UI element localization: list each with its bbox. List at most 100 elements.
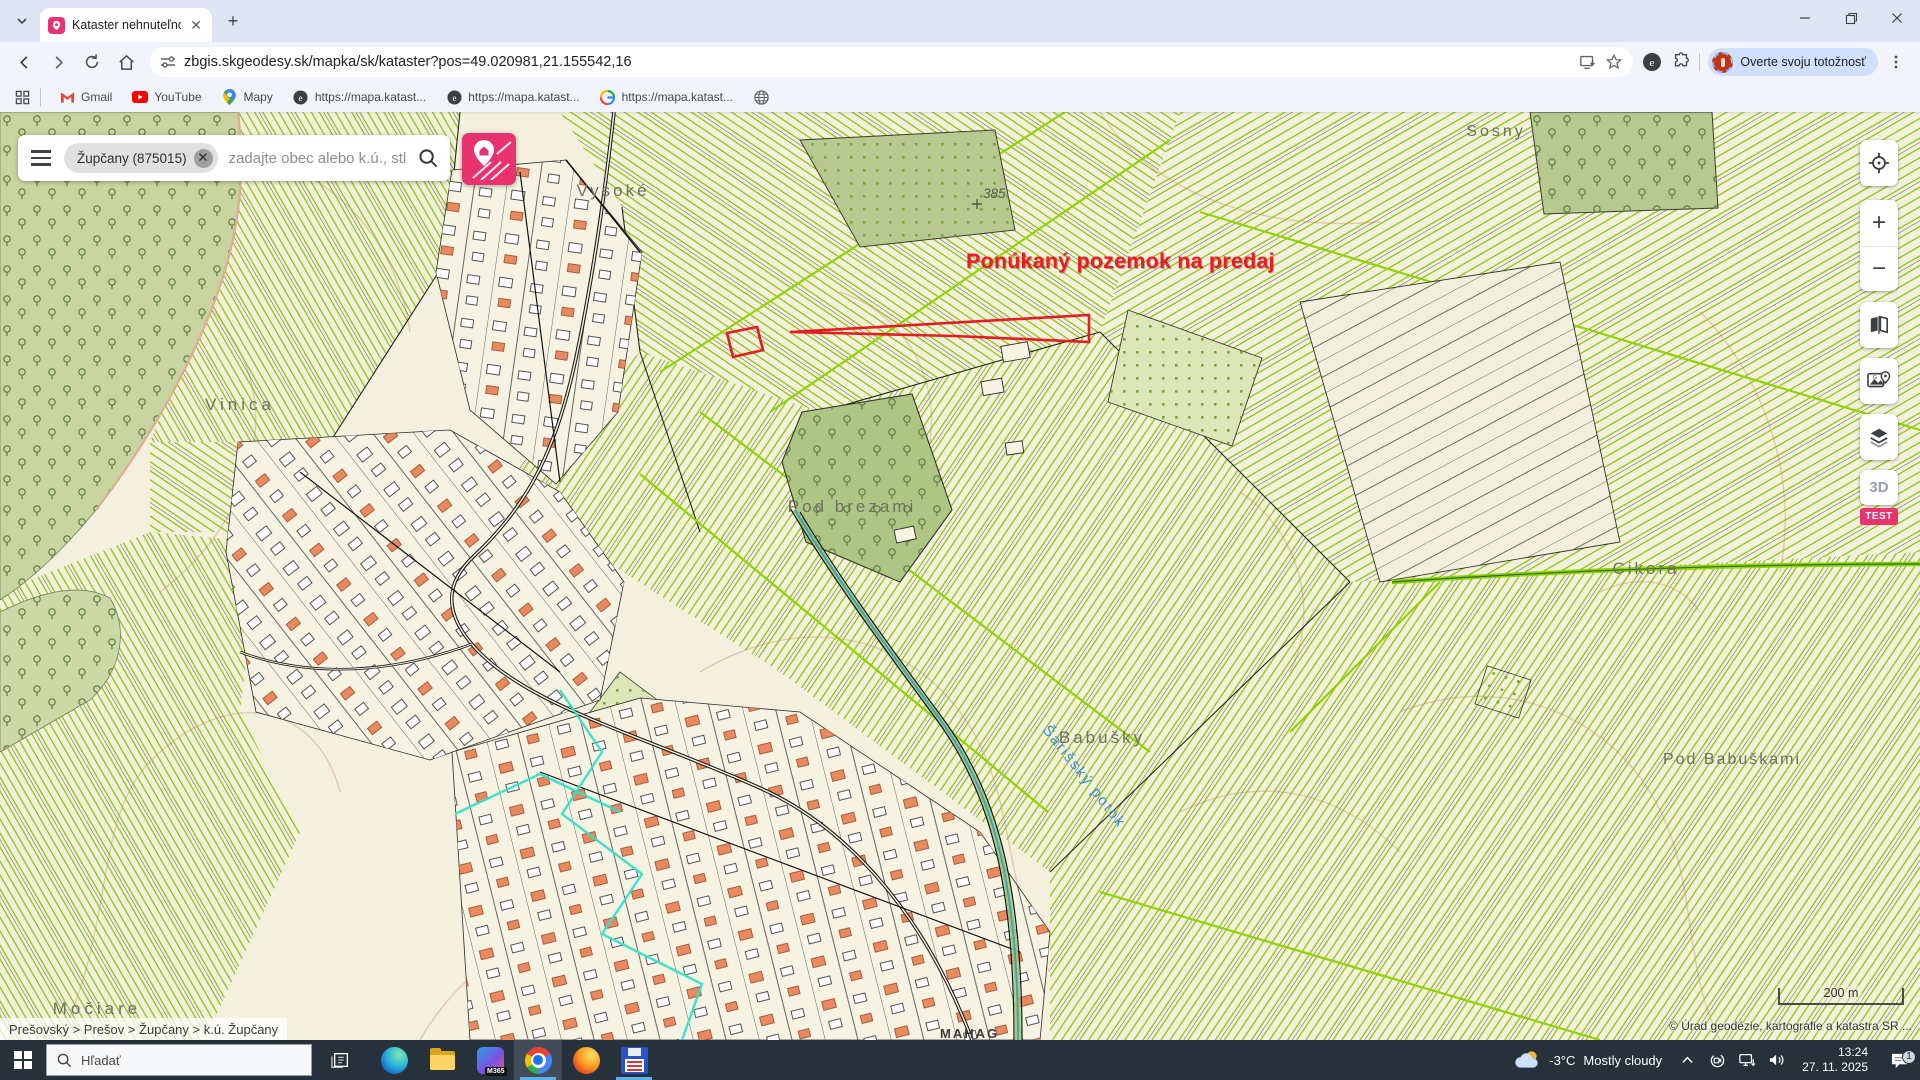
taskbar-edge[interactable] — [370, 1040, 418, 1080]
extensions-puzzle-icon[interactable] — [1671, 52, 1691, 72]
chip-remove-icon[interactable]: ✕ — [194, 149, 213, 168]
label-pod-babuskami: Pod Babuškami — [1663, 751, 1801, 768]
google-g-icon — [600, 89, 616, 105]
task-view-button[interactable] — [312, 1040, 370, 1080]
bookmark-youtube[interactable]: YouTube — [124, 87, 209, 107]
meet-now-icon[interactable] — [1702, 1052, 1732, 1069]
locate-button[interactable] — [1860, 140, 1898, 186]
taskbar-weather[interactable]: -3°C Mostly cloudy — [1503, 1049, 1672, 1071]
firefox-icon — [573, 1047, 600, 1074]
back-button[interactable] — [8, 46, 40, 78]
restore-button[interactable] — [1828, 0, 1874, 36]
bookmark-gmail[interactable]: Gmail — [51, 87, 120, 107]
svg-text:G: G — [1873, 375, 1877, 381]
taskbar-floppy-app[interactable] — [610, 1040, 658, 1080]
taskbar-firefox[interactable] — [562, 1040, 610, 1080]
taskbar-file-explorer[interactable] — [418, 1040, 466, 1080]
browser-menu-icon[interactable] — [1880, 46, 1912, 78]
label-sosny: Sosny — [1466, 123, 1525, 140]
tab-title: Kataster nehnuteľností | MAPKA — [72, 18, 181, 32]
taskbar-m365[interactable]: M365 — [466, 1040, 514, 1080]
globe-icon — [753, 89, 769, 105]
map-copyright: © Úrad geodézie, kartografie a katastra … — [1669, 1019, 1912, 1033]
profile-avatar — [1712, 52, 1733, 73]
zoom-out-button[interactable]: − — [1860, 246, 1898, 291]
tab-close-icon[interactable]: ✕ — [188, 17, 204, 34]
notification-count-badge: 1 — [1902, 1050, 1916, 1064]
site-settings-tune-icon[interactable] — [160, 54, 176, 70]
new-tab-button[interactable]: + — [220, 8, 246, 34]
scale-label: 200 m — [1820, 986, 1863, 1003]
label-elevation: 385 — [983, 186, 1006, 201]
map-viewport[interactable]: Vysoké Sosny 385 Vinica Pod brezami Babu… — [0, 112, 1920, 1040]
tab-search-chevron-icon[interactable] — [8, 7, 36, 35]
sale-annotation-text: Ponúkaný pozemok na predaj — [966, 249, 1275, 274]
address-bar[interactable]: zbgis.skgeodesy.sk/mapka/sk/kataster?pos… — [150, 47, 1633, 77]
install-app-icon[interactable] — [1579, 53, 1597, 71]
label-mociare: Močiare — [53, 999, 141, 1018]
bookmark-katast-1[interactable]: e https://mapa.katast... — [285, 87, 434, 107]
tray-chevron-icon[interactable] — [1672, 1054, 1702, 1067]
bookmark-katast-3[interactable]: https://mapa.katast... — [592, 87, 741, 107]
label-vinica: Vinica — [205, 395, 275, 414]
clock-date: 27. 11. 2025 — [1802, 1060, 1868, 1075]
maps-pin-icon — [222, 89, 238, 105]
weather-cloud-icon — [1513, 1049, 1541, 1071]
profile-verify-button[interactable]: Overte svoju totožnosť — [1708, 48, 1878, 76]
minimize-button[interactable] — [1782, 0, 1828, 36]
map-search-bar[interactable]: Župčany (875015) ✕ zadajte obec alebo k.… — [18, 135, 450, 181]
search-chip-zupcany[interactable]: Župčany (875015) ✕ — [64, 143, 218, 173]
system-tray: -3°C Mostly cloudy 13:24 27. 11. 2025 1 — [1503, 1040, 1920, 1080]
browser-tab[interactable]: Kataster nehnuteľností | MAPKA ✕ — [40, 8, 212, 42]
m365-copilot-icon: M365 — [477, 1047, 504, 1074]
breadcrumb: Prešovský > Prešov > Župčany > k.ú. Župč… — [0, 1018, 287, 1040]
gmail-icon — [59, 89, 75, 105]
close-window-button[interactable] — [1874, 0, 1920, 36]
taskbar-chrome[interactable] — [514, 1040, 562, 1080]
browser-toolbar: zbgis.skgeodesy.sk/mapka/sk/kataster?pos… — [0, 42, 1920, 82]
bookmark-katast-2[interactable]: e https://mapa.katast... — [438, 87, 587, 107]
split-view-button[interactable] — [1860, 302, 1898, 348]
reload-button[interactable] — [76, 46, 108, 78]
floppy-app-icon — [621, 1047, 648, 1074]
zoom-controls: + − — [1860, 200, 1898, 291]
search-icon[interactable] — [406, 148, 450, 169]
bookmark-globe[interactable] — [745, 87, 783, 107]
youtube-icon — [132, 89, 148, 105]
zoom-in-button[interactable]: + — [1860, 201, 1898, 246]
chrome-icon — [525, 1047, 552, 1074]
layers-button[interactable] — [1860, 414, 1898, 460]
volume-icon[interactable] — [1762, 1052, 1792, 1068]
map-canvas[interactable]: Vysoké Sosny 385 Vinica Pod brezami Babu… — [0, 112, 1920, 1040]
tab-strip: Kataster nehnuteľností | MAPKA ✕ + — [0, 0, 1920, 42]
search-input[interactable]: zadajte obec alebo k.ú., stla — [229, 150, 406, 167]
e-circle-icon: e — [293, 89, 309, 105]
bookmark-mapy[interactable]: Mapy — [214, 87, 281, 107]
e-circle-icon: e — [446, 89, 462, 105]
threed-button[interactable]: 3D — [1860, 470, 1898, 505]
taskbar-clock[interactable]: 13:24 27. 11. 2025 — [1792, 1045, 1878, 1075]
label-mahag: MAHAG — [940, 1026, 999, 1040]
window-controls — [1782, 0, 1920, 36]
forward-button[interactable] — [42, 46, 74, 78]
network-icon[interactable] — [1732, 1052, 1762, 1068]
threed-label: 3D — [1869, 479, 1888, 496]
label-babusky: Babušky — [1059, 728, 1145, 747]
url-text[interactable]: zbgis.skgeodesy.sk/mapka/sk/kataster?pos… — [184, 54, 1571, 70]
windows-taskbar: Hľadať M365 -3°C Mostly cloudy — [0, 1040, 1920, 1080]
home-button[interactable] — [110, 46, 142, 78]
bookmark-star-icon[interactable] — [1605, 53, 1623, 71]
photo-map-button[interactable]: G — [1860, 358, 1898, 404]
taskbar-search[interactable]: Hľadať — [46, 1044, 312, 1076]
svg-text:e: e — [452, 92, 456, 102]
mapka-logo[interactable] — [462, 133, 516, 185]
label-pod-brezami: Pod brezami — [788, 497, 916, 516]
apps-grid-icon[interactable] — [14, 89, 30, 105]
menu-hamburger-icon[interactable] — [18, 150, 64, 166]
start-button[interactable] — [0, 1040, 46, 1080]
mapka-favicon-icon — [48, 17, 65, 34]
profile-verify-label: Overte svoju totožnosť — [1740, 55, 1866, 69]
extension-e-icon[interactable]: e — [1641, 51, 1663, 73]
windows-logo-icon — [14, 1051, 32, 1069]
notification-center-button[interactable]: 1 — [1878, 1052, 1920, 1069]
